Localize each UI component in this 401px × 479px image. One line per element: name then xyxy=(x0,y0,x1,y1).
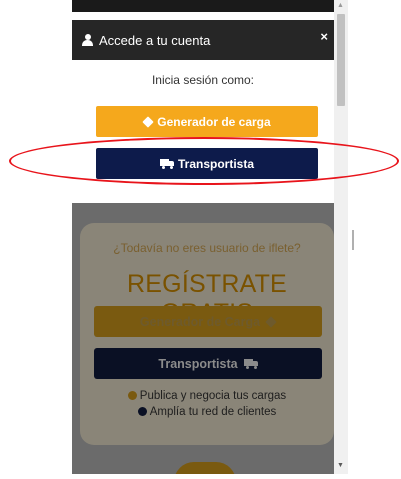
top-strip xyxy=(72,0,334,12)
register-generador-button[interactable]: Generador de Carga xyxy=(94,306,322,337)
login-transportista-button[interactable]: Transportista xyxy=(96,148,318,179)
register-generador-label: Generador de Carga xyxy=(139,314,261,329)
login-transportista-label: Transportista xyxy=(177,156,255,171)
scroll-thumb[interactable] xyxy=(337,14,345,106)
benefit-text: Amplía tu red de clientes xyxy=(149,406,277,418)
benefit-item: Amplía tu red de clientes xyxy=(80,406,334,418)
modal-header: Accede a tu cuenta × xyxy=(72,20,334,60)
login-generador-button[interactable]: Generador de carga xyxy=(96,106,318,137)
truck-icon xyxy=(159,158,174,169)
register-transportista-button[interactable]: Transportista xyxy=(94,348,322,379)
scroll-up-arrow-icon[interactable]: ▲ xyxy=(337,2,344,9)
register-transportista-label: Transportista xyxy=(158,356,238,371)
login-modal: Accede a tu cuenta × Inicia sesión como:… xyxy=(72,12,334,203)
truck-icon xyxy=(243,358,258,369)
check-circle-icon xyxy=(127,391,137,400)
close-icon[interactable]: × xyxy=(320,30,328,43)
scroll-down-arrow-icon[interactable]: ▼ xyxy=(337,462,344,469)
user-icon xyxy=(82,34,93,46)
register-question: ¿Todavía no eres usuario de iflete? xyxy=(113,241,301,255)
bottom-decoration xyxy=(174,462,236,474)
modal-title: Accede a tu cuenta xyxy=(99,32,211,48)
resize-handle[interactable] xyxy=(352,230,354,250)
vertical-scrollbar[interactable]: ▲ ▼ xyxy=(334,0,348,474)
benefit-text: Publica y negocia tus cargas xyxy=(139,390,287,402)
login-prompt: Inicia sesión como: xyxy=(151,73,255,87)
check-circle-icon xyxy=(137,407,147,416)
cube-icon xyxy=(265,315,277,328)
benefit-item: Publica y negocia tus cargas xyxy=(80,390,334,402)
cube-icon xyxy=(142,115,154,128)
login-generador-label: Generador de carga xyxy=(157,114,271,129)
register-card: ¿Todavía no eres usuario de iflete? REGÍ… xyxy=(80,223,334,445)
